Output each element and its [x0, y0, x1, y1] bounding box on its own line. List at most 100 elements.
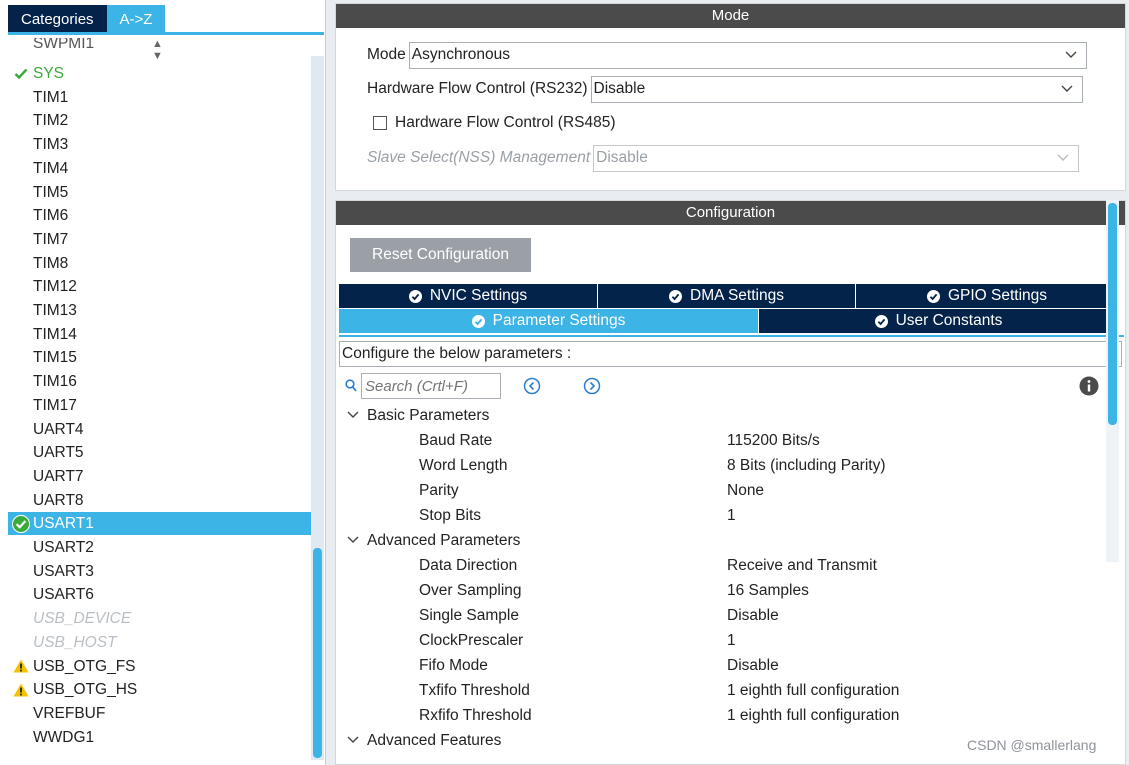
parameter-row[interactable]: Data Direction Receive and Transmit [339, 553, 1104, 578]
mode-header: Mode [336, 4, 1125, 28]
parameter-group[interactable]: Advanced Parameters [339, 528, 1104, 553]
peripheral-label: USB_OTG_FS [33, 657, 136, 675]
parameter-row[interactable]: Over Sampling 16 Samples [339, 578, 1104, 603]
peripheral-label: USART3 [33, 562, 94, 580]
peripheral-item[interactable]: TIM2 [8, 109, 312, 132]
peripheral-item[interactable]: USB_HOST [8, 631, 312, 654]
mode-select[interactable]: Asynchronous [408, 41, 1087, 69]
param-scrollbar-thumb[interactable] [1108, 203, 1117, 425]
parameter-row[interactable]: Word Length 8 Bits (including Parity) [339, 453, 1104, 478]
parameter-value[interactable]: Disable [727, 603, 779, 628]
parameter-row[interactable]: Baud Rate 115200 Bits/s [339, 428, 1104, 453]
parameter-row[interactable]: Stop Bits 1 [339, 503, 1104, 528]
peripheral-label: USART2 [33, 539, 94, 556]
warning-icon [11, 655, 31, 678]
next-icon[interactable] [583, 377, 601, 395]
tab-label: Parameter Settings [492, 312, 626, 329]
peripheral-item[interactable]: TIM8 [8, 252, 312, 275]
peripheral-item[interactable]: UART7 [8, 465, 312, 488]
search-input[interactable] [361, 373, 501, 399]
parameter-value[interactable]: 1 eighth full configuration [727, 703, 899, 728]
parameter-value[interactable]: 115200 Bits/s [727, 428, 820, 453]
peripheral-item[interactable]: UART5 [8, 441, 312, 464]
peripheral-item[interactable]: TIM12 [8, 275, 312, 298]
warning-icon [11, 678, 31, 701]
parameter-value[interactable]: 16 Samples [727, 578, 809, 603]
peripheral-item[interactable]: TIM14 [8, 323, 312, 346]
peripheral-item[interactable]: WWDG1 [8, 726, 312, 749]
peripheral-item[interactable]: USB_DEVICE [8, 607, 312, 630]
peripheral-item[interactable]: TIM15 [8, 346, 312, 369]
peripheral-label: TIM13 [33, 302, 77, 319]
parameter-value[interactable]: Receive and Transmit [727, 553, 877, 578]
parameter-value[interactable]: 8 Bits (including Parity) [727, 453, 886, 478]
parameter-row[interactable]: ClockPrescaler 1 [339, 628, 1104, 653]
search-icon[interactable] [345, 379, 357, 393]
parameter-value[interactable]: 1 [727, 628, 736, 653]
peripheral-label: USB_OTG_HS [33, 681, 138, 699]
parameter-name: Data Direction [419, 557, 518, 574]
peripheral-label: TIM12 [33, 278, 77, 296]
peripheral-item[interactable]: TIM7 [8, 228, 312, 251]
peripheral-label: TIM4 [33, 159, 69, 177]
peripheral-label: TIM1 [33, 88, 69, 106]
parameter-value[interactable]: 1 [727, 503, 736, 528]
peripheral-item[interactable]: VREFBUF [8, 702, 312, 725]
peripheral-item[interactable]: TIM3 [8, 133, 312, 156]
peripheral-item[interactable]: USART3 [8, 560, 312, 583]
hfc485-checkbox[interactable] [373, 116, 387, 130]
parameter-value[interactable]: Disable [727, 653, 779, 678]
peripheral-item[interactable]: SWPMI1 [8, 38, 312, 55]
parameter-row[interactable]: Rxfifo Threshold 1 eighth full configurat… [339, 703, 1104, 728]
peripheral-item[interactable]: TIM17 [8, 394, 312, 417]
peripheral-item[interactable]: TIM4 [8, 157, 312, 180]
peripheral-item[interactable]: TIM13 [8, 299, 312, 322]
peripheral-item[interactable]: USART1 [8, 512, 312, 536]
peripheral-item[interactable]: USB_OTG_FS [8, 655, 312, 678]
chevron-down-icon [1061, 85, 1073, 92]
hfc232-row: Hardware Flow Control (RS232) Disable [367, 75, 1083, 103]
tab-gpio-settings[interactable]: GPIO Settings [856, 284, 1118, 308]
tab-categories[interactable]: Categories [8, 5, 107, 32]
parameter-row[interactable]: Single Sample Disable [339, 603, 1104, 628]
peripheral-item[interactable]: TIM5 [8, 181, 312, 204]
parameter-group[interactable]: Basic Parameters [339, 403, 1104, 428]
peripheral-label: USART1 [33, 515, 94, 533]
previous-icon[interactable] [523, 377, 541, 395]
peripheral-label: TIM2 [33, 112, 69, 130]
peripheral-item[interactable]: TIM1 [8, 86, 312, 109]
tab-nvic-settings[interactable]: NVIC Settings [339, 284, 597, 308]
reset-configuration-button[interactable]: Reset Configuration [350, 238, 531, 272]
peripheral-label: USART6 [33, 586, 94, 604]
parameter-row[interactable]: Txfifo Threshold 1 eighth full configurat… [339, 678, 1104, 703]
tab-parameter-settings[interactable]: Parameter Settings [339, 309, 758, 333]
peripheral-label: TIM6 [33, 207, 69, 225]
chevron-down-icon[interactable] [346, 408, 360, 422]
left-scrollbar-thumb[interactable] [313, 548, 322, 758]
check-circle-icon [408, 289, 422, 303]
chevron-down-icon[interactable] [346, 533, 360, 547]
peripheral-item[interactable]: TIM16 [8, 370, 312, 393]
chevron-down-icon[interactable] [346, 733, 360, 747]
parameter-name: Txfifo Threshold [419, 682, 530, 699]
peripheral-item[interactable]: SYS [8, 62, 312, 85]
parameter-row[interactable]: Fifo Mode Disable [339, 653, 1104, 678]
peripheral-item[interactable]: TIM6 [8, 204, 312, 227]
check-circle-icon [669, 289, 683, 303]
peripheral-label: TIM3 [33, 136, 69, 154]
nss-value: Disable [596, 149, 648, 166]
peripheral-item[interactable]: UART4 [8, 418, 312, 441]
tab-user-constants[interactable]: User Constants [759, 309, 1118, 333]
peripheral-item[interactable]: UART8 [8, 489, 312, 512]
hfc232-select[interactable]: Disable [590, 75, 1083, 103]
parameter-value[interactable]: 1 eighth full configuration [727, 678, 899, 703]
peripheral-item[interactable]: USART6 [8, 583, 312, 606]
info-icon[interactable] [1079, 376, 1099, 396]
tab-dma-settings[interactable]: DMA Settings [598, 284, 855, 308]
peripheral-item[interactable]: USB_OTG_HS [8, 678, 312, 701]
parameter-value[interactable]: None [727, 478, 764, 503]
parameter-row[interactable]: Parity None [339, 478, 1104, 503]
peripheral-item[interactable]: USART2 [8, 536, 312, 559]
nss-row: Slave Select(NSS) Management Disable [367, 144, 1080, 172]
tab-a-to-z[interactable]: A->Z [106, 5, 166, 32]
